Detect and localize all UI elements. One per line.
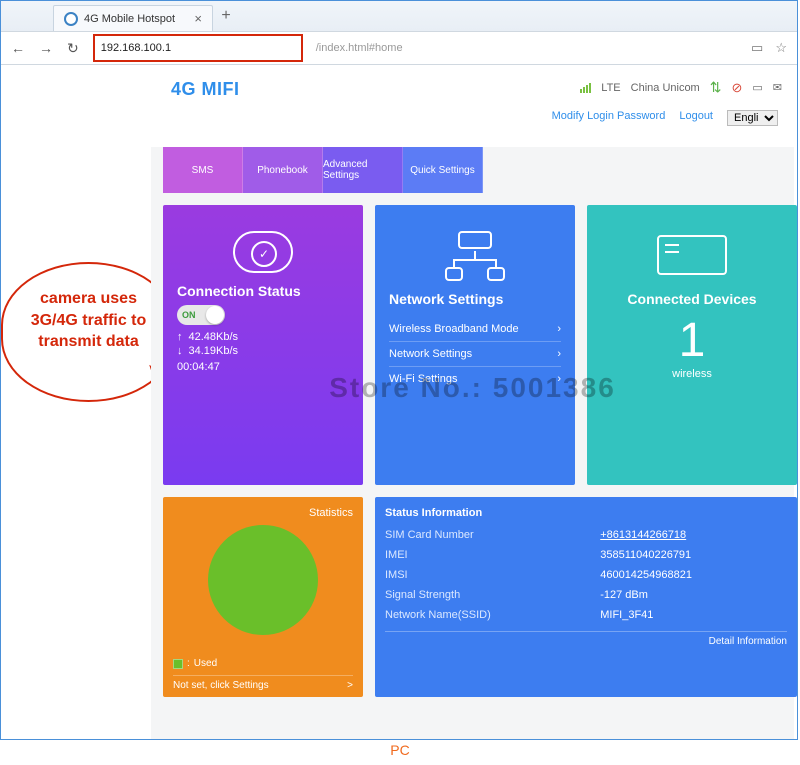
menu-quick[interactable]: Quick Settings — [403, 147, 483, 193]
legend-used: :Used — [173, 658, 217, 669]
close-icon[interactable]: × — [194, 11, 202, 26]
address-bar[interactable]: 192.168.100.1 — [93, 34, 303, 62]
status-info-title: Status Information — [385, 507, 787, 519]
url-host: 192.168.100.1 — [101, 42, 171, 54]
link-broadband-mode[interactable]: Wireless Broadband Mode› — [389, 317, 561, 342]
browser-tab-bar: 4G Mobile Hotspot × + — [1, 1, 797, 31]
logout-link[interactable]: Logout — [679, 110, 713, 126]
table-row: IMSI460014254968821 — [385, 565, 787, 585]
connection-toggle[interactable]: ON — [177, 305, 225, 325]
sms-icon: ✉ — [773, 81, 782, 94]
table-row: IMEI358511040226791 — [385, 545, 787, 565]
globe-icon — [64, 12, 78, 26]
card-network: Network Settings Wireless Broadband Mode… — [375, 205, 575, 485]
battery-icon: ▭ — [752, 81, 762, 94]
annotation-bubble: camera uses 3G/4G traffic to transmit da… — [1, 262, 176, 402]
signal-icon — [580, 83, 591, 93]
status-table: SIM Card Number+8613144266718 IMEI358511… — [385, 525, 787, 625]
chevron-right-icon: › — [557, 373, 561, 385]
refresh-icon[interactable]: ↻ — [67, 40, 79, 57]
top-menu: SMS Phonebook Advanced Settings Quick Se… — [163, 147, 782, 193]
chevron-right-icon: > — [347, 680, 353, 691]
link-wifi-settings[interactable]: Wi-Fi Settings› — [389, 367, 561, 391]
caption-pc: PC — [0, 742, 800, 758]
url-path: /index.html#home — [316, 42, 403, 54]
pie-chart — [208, 525, 318, 635]
device-sub: wireless — [601, 368, 783, 380]
menu-phonebook[interactable]: Phonebook — [243, 147, 323, 193]
new-tab-button[interactable]: + — [213, 3, 239, 29]
devices-title: Connected Devices — [601, 291, 783, 307]
reading-icon[interactable]: ▭ — [751, 40, 763, 56]
chevron-right-icon: › — [557, 323, 561, 335]
modify-password-link[interactable]: Modify Login Password — [552, 110, 666, 126]
connection-title: Connection Status — [177, 283, 349, 299]
link-network-settings[interactable]: Network Settings› — [389, 342, 561, 367]
network-title: Network Settings — [389, 291, 561, 307]
device-count: 1 — [601, 313, 783, 368]
menu-advanced[interactable]: Advanced Settings — [323, 147, 403, 193]
device-icon — [657, 235, 727, 275]
server-icon — [445, 231, 505, 281]
connection-duration: 00:04:47 — [177, 361, 349, 373]
chevron-right-icon: › — [557, 348, 561, 360]
card-devices[interactable]: Connected Devices 1 wireless — [587, 205, 797, 485]
statistics-footer: Not set, click Settings — [173, 680, 269, 691]
download-speed: ↓34.19Kb/s — [177, 345, 349, 357]
arrow-down-icon: ↓ — [177, 345, 183, 357]
sim-number[interactable]: +8613144266718 — [600, 525, 787, 545]
detail-info-link[interactable]: Detail Information — [385, 631, 787, 647]
favorite-icon[interactable]: ☆ — [775, 40, 787, 56]
network-mode: LTE — [601, 82, 620, 94]
card-statistics[interactable]: Statistics :Used Not set, click Settings… — [163, 497, 363, 697]
updown-icon: ⇅ — [710, 79, 722, 96]
brand-title: 4G MIFI — [163, 73, 240, 102]
browser-tab[interactable]: 4G Mobile Hotspot × — [53, 5, 213, 31]
language-select[interactable]: Engli — [727, 110, 778, 126]
globe-off-icon: ⊘ — [731, 80, 742, 96]
table-row: SIM Card Number+8613144266718 — [385, 525, 787, 545]
cloud-check-icon — [233, 231, 293, 273]
menu-sms[interactable]: SMS — [163, 147, 243, 193]
upload-speed: ↑42.48Kb/s — [177, 331, 349, 343]
forward-icon[interactable]: → — [39, 40, 53, 56]
tab-title: 4G Mobile Hotspot — [84, 13, 175, 25]
table-row: Signal Strength-127 dBm — [385, 585, 787, 605]
carrier-name: China Unicom — [631, 82, 700, 94]
card-status-info: Status Information SIM Card Number+86131… — [375, 497, 797, 697]
browser-nav-bar: ← → ↻ 192.168.100.1 /index.html#home ▭ ☆ — [1, 31, 797, 65]
status-bar: LTE China Unicom ⇅ ⊘ ▭ ✉ — [580, 79, 782, 96]
table-row: Network Name(SSID)MIFI_3F41 — [385, 605, 787, 625]
statistics-title: Statistics — [173, 507, 353, 519]
arrow-up-icon: ↑ — [177, 331, 183, 343]
card-connection: Connection Status ON ↑42.48Kb/s ↓34.19Kb… — [163, 205, 363, 485]
back-icon[interactable]: ← — [11, 40, 25, 56]
